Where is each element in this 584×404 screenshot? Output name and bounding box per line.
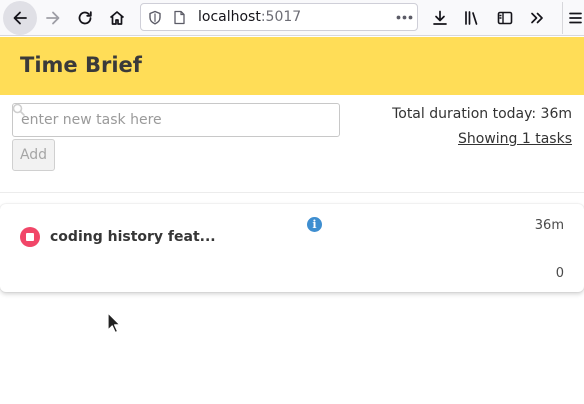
url-bar[interactable]: localhost:5017 <box>140 3 418 31</box>
url-host: localhost <box>198 9 261 25</box>
page-actions-icon[interactable] <box>396 15 413 20</box>
info-icon[interactable]: i <box>307 217 322 232</box>
home-button[interactable] <box>101 2 133 34</box>
library-icon <box>465 11 478 25</box>
overflow-menu-button[interactable] <box>521 2 553 34</box>
arrow-left-icon <box>13 11 27 25</box>
divider <box>0 192 584 193</box>
task-name[interactable]: coding history feat... <box>50 229 216 245</box>
browser-toolbar: localhost:5017 <box>0 0 584 36</box>
downloads-button[interactable] <box>424 2 456 34</box>
mouse-cursor-icon <box>107 312 121 334</box>
back-button[interactable] <box>3 1 37 35</box>
task-card: coding history feat... i 36m 0 <box>0 204 584 292</box>
app-menu-button[interactable] <box>562 2 584 34</box>
url-port: :5017 <box>260 9 302 25</box>
stop-icon[interactable] <box>20 227 40 247</box>
arrow-right-icon <box>46 11 60 25</box>
url-text: localhost:5017 <box>198 9 301 25</box>
hamburger-icon <box>569 12 582 24</box>
task-duration: 36m <box>534 218 564 233</box>
forward-button[interactable] <box>37 2 69 34</box>
sidebar-icon <box>497 11 513 25</box>
stop-square <box>26 233 34 241</box>
showing-tasks-link[interactable]: Showing 1 tasks <box>458 131 572 147</box>
task-input[interactable] <box>12 103 340 137</box>
download-icon <box>433 10 447 25</box>
search-icon <box>12 103 25 116</box>
reload-button[interactable] <box>69 2 101 34</box>
task-count: 0 <box>555 266 564 281</box>
app-title: Time Brief <box>20 53 142 77</box>
reload-icon <box>78 11 92 25</box>
home-icon <box>109 11 125 25</box>
page-icon[interactable] <box>173 10 186 25</box>
sidebar-button[interactable] <box>489 2 521 34</box>
shield-icon[interactable] <box>148 10 162 25</box>
total-duration: Total duration today: 36m <box>392 106 572 122</box>
library-button[interactable] <box>456 2 488 34</box>
add-task-button[interactable]: Add <box>12 139 55 171</box>
chevrons-right-icon <box>531 12 543 24</box>
app-header: Time Brief <box>0 37 584 95</box>
